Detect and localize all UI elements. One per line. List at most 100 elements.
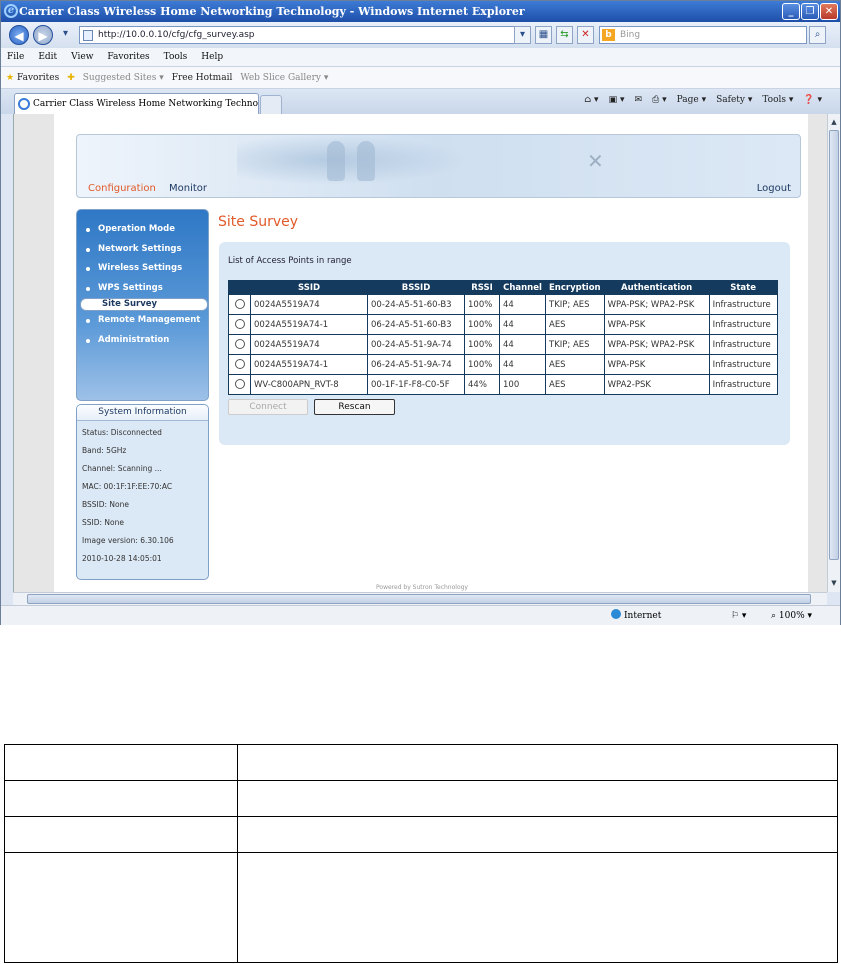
table-row: [4, 744, 838, 781]
bssid-cell: 00-1F-1F-F8-C0-5F: [367, 374, 465, 395]
page-title: Site Survey: [218, 214, 299, 230]
home-icon[interactable]: ⌂ ▾: [584, 95, 598, 105]
logout-link[interactable]: Logout: [757, 183, 791, 194]
select-cell[interactable]: [228, 374, 251, 395]
vertical-scrollbar[interactable]: ▲ ▼: [827, 114, 840, 592]
ap-radio-button[interactable]: [234, 299, 245, 310]
minimize-button[interactable]: _: [782, 3, 800, 20]
encryption-cell: AES: [545, 354, 605, 375]
safety-menu[interactable]: Safety ▾: [716, 95, 752, 105]
menu-edit[interactable]: Edit: [38, 48, 57, 66]
forward-button[interactable]: ▶: [33, 25, 53, 45]
bssid-cell: 00-24-A5-51-9A-74: [367, 334, 465, 355]
feeds-icon[interactable]: ▣ ▾: [609, 95, 625, 105]
status-bar: Internet ⚐ ▾ ⌕ 100% ▾: [1, 605, 840, 625]
url-text: http://10.0.0.10/cfg/cfg_survey.asp: [98, 30, 255, 40]
sysinfo-image-version: Image version: 6.30.106: [82, 536, 174, 545]
new-tab-button[interactable]: [260, 95, 282, 114]
menu-operation-mode[interactable]: Operation Mode: [77, 220, 208, 240]
search-button[interactable]: ⌕: [809, 26, 826, 44]
back-button[interactable]: ◀: [9, 25, 29, 45]
table-row[interactable]: WV-C800APN_RVT-8 00-1F-1F-F8-C0-5F 44% 1…: [228, 374, 778, 395]
ap-radio-button[interactable]: [234, 379, 245, 390]
scroll-up-icon[interactable]: ▲: [829, 116, 839, 128]
compatibility-icon[interactable]: ▦: [535, 26, 552, 44]
ie-tab-icon: [18, 98, 30, 110]
encryption-cell: TKIP; AES: [545, 334, 605, 355]
bssid-cell: 00-24-A5-51-60-B3: [367, 294, 465, 315]
select-cell[interactable]: [228, 334, 251, 355]
menu-favorites[interactable]: Favorites: [107, 48, 149, 66]
ap-radio-button[interactable]: [234, 359, 245, 370]
menu-file[interactable]: File: [7, 48, 24, 66]
mail-icon[interactable]: ✉: [634, 95, 642, 105]
scroll-down-icon[interactable]: ▼: [829, 577, 839, 589]
menu-tools[interactable]: Tools: [164, 48, 188, 66]
stop-button[interactable]: ✕: [577, 26, 594, 44]
address-bar: ◀ ▶ ▾ http://10.0.0.10/cfg/cfg_survey.as…: [1, 22, 840, 48]
zone-label: Internet: [624, 611, 662, 621]
free-hotmail-link[interactable]: Free Hotmail: [172, 67, 233, 88]
rssi-cell: 44%: [464, 374, 500, 395]
menu-view[interactable]: View: [71, 48, 93, 66]
horizontal-scrollbar[interactable]: [13, 592, 827, 605]
table-row[interactable]: 0024A5519A74-1 06-24-A5-51-9A-74 100% 44…: [228, 354, 778, 375]
router-page: ✕ Configuration Monitor Logout Operation…: [54, 114, 808, 592]
column-header-state: State: [708, 280, 778, 295]
menu-help[interactable]: Help: [201, 48, 223, 66]
zoom-control[interactable]: ⌕ 100% ▾: [771, 606, 812, 626]
table-row[interactable]: 0024A5519A74 00-24-A5-51-60-B3 100% 44 T…: [228, 294, 778, 315]
url-dropdown[interactable]: ▾: [514, 26, 531, 44]
rssi-cell: 100%: [464, 314, 500, 335]
page-menu[interactable]: Page ▾: [677, 95, 706, 105]
tab-router[interactable]: Carrier Class Wireless Home Networking T…: [14, 93, 259, 114]
select-cell[interactable]: [228, 354, 251, 375]
refresh-button[interactable]: ⇆: [556, 26, 573, 44]
suggested-sites-link[interactable]: Suggested Sites ▾: [83, 67, 164, 88]
footer-text: Powered by Sutron Technology: [376, 584, 468, 591]
ap-radio-button[interactable]: [234, 339, 245, 350]
select-cell[interactable]: [228, 314, 251, 335]
system-information-panel: System Information Status: Disconnected …: [76, 404, 209, 580]
table-row[interactable]: 0024A5519A74-1 06-24-A5-51-60-B3 100% 44…: [228, 314, 778, 335]
select-cell[interactable]: [228, 294, 251, 315]
channel-cell: 100: [499, 374, 546, 395]
bssid-cell: 06-24-A5-51-60-B3: [367, 314, 465, 335]
print-icon[interactable]: ⎙ ▾: [652, 95, 667, 105]
menu-network-settings[interactable]: Network Settings: [77, 240, 208, 260]
encryption-cell: AES: [545, 314, 605, 335]
search-input[interactable]: b Bing: [599, 26, 807, 44]
menu-wps-settings[interactable]: WPS Settings: [77, 279, 208, 299]
web-slice-gallery-link[interactable]: Web Slice Gallery ▾: [240, 67, 328, 88]
nav-monitor[interactable]: Monitor: [169, 183, 207, 194]
add-favorite-icon[interactable]: ✚: [67, 67, 75, 88]
ap-list-caption: List of Access Points in range: [228, 256, 352, 266]
favorites-button[interactable]: ★ Favorites: [6, 67, 59, 88]
tools-menu[interactable]: Tools ▾: [762, 95, 793, 105]
zoom-level: 100%: [778, 611, 805, 621]
nav-configuration[interactable]: Configuration: [88, 183, 156, 194]
vertical-scroll-thumb[interactable]: [829, 130, 839, 560]
close-button[interactable]: ✕: [820, 3, 838, 20]
menu-site-survey[interactable]: Site Survey: [80, 298, 208, 311]
horizontal-scroll-thumb[interactable]: [27, 594, 811, 604]
column-header-ssid: SSID: [250, 280, 368, 295]
menu-wireless-settings[interactable]: Wireless Settings: [77, 259, 208, 279]
channel-cell: 44: [499, 334, 546, 355]
url-input[interactable]: http://10.0.0.10/cfg/cfg_survey.asp: [79, 26, 527, 44]
table-row[interactable]: 0024A5519A74 00-24-A5-51-9A-74 100% 44 T…: [228, 334, 778, 355]
ap-radio-button[interactable]: [234, 319, 245, 330]
rescan-button[interactable]: Rescan: [314, 399, 395, 415]
favorites-label: Favorites: [16, 73, 60, 83]
maximize-button[interactable]: ❐: [801, 3, 819, 20]
column-header-encryption: Encryption: [545, 280, 605, 295]
ssid-cell: 0024A5519A74: [250, 334, 368, 355]
access-point-table: SSID BSSID RSSI Channel Encryption Authe…: [228, 280, 778, 395]
menu-administration[interactable]: Administration: [77, 331, 208, 351]
protected-mode-icon[interactable]: ⚐ ▾: [731, 606, 746, 626]
connect-button[interactable]: Connect: [228, 399, 308, 415]
history-dropdown[interactable]: ▾: [57, 26, 74, 44]
menu-remote-management[interactable]: Remote Management: [77, 311, 208, 331]
state-cell: Infrastructure: [708, 334, 778, 355]
help-icon[interactable]: ❓ ▾: [803, 95, 822, 105]
